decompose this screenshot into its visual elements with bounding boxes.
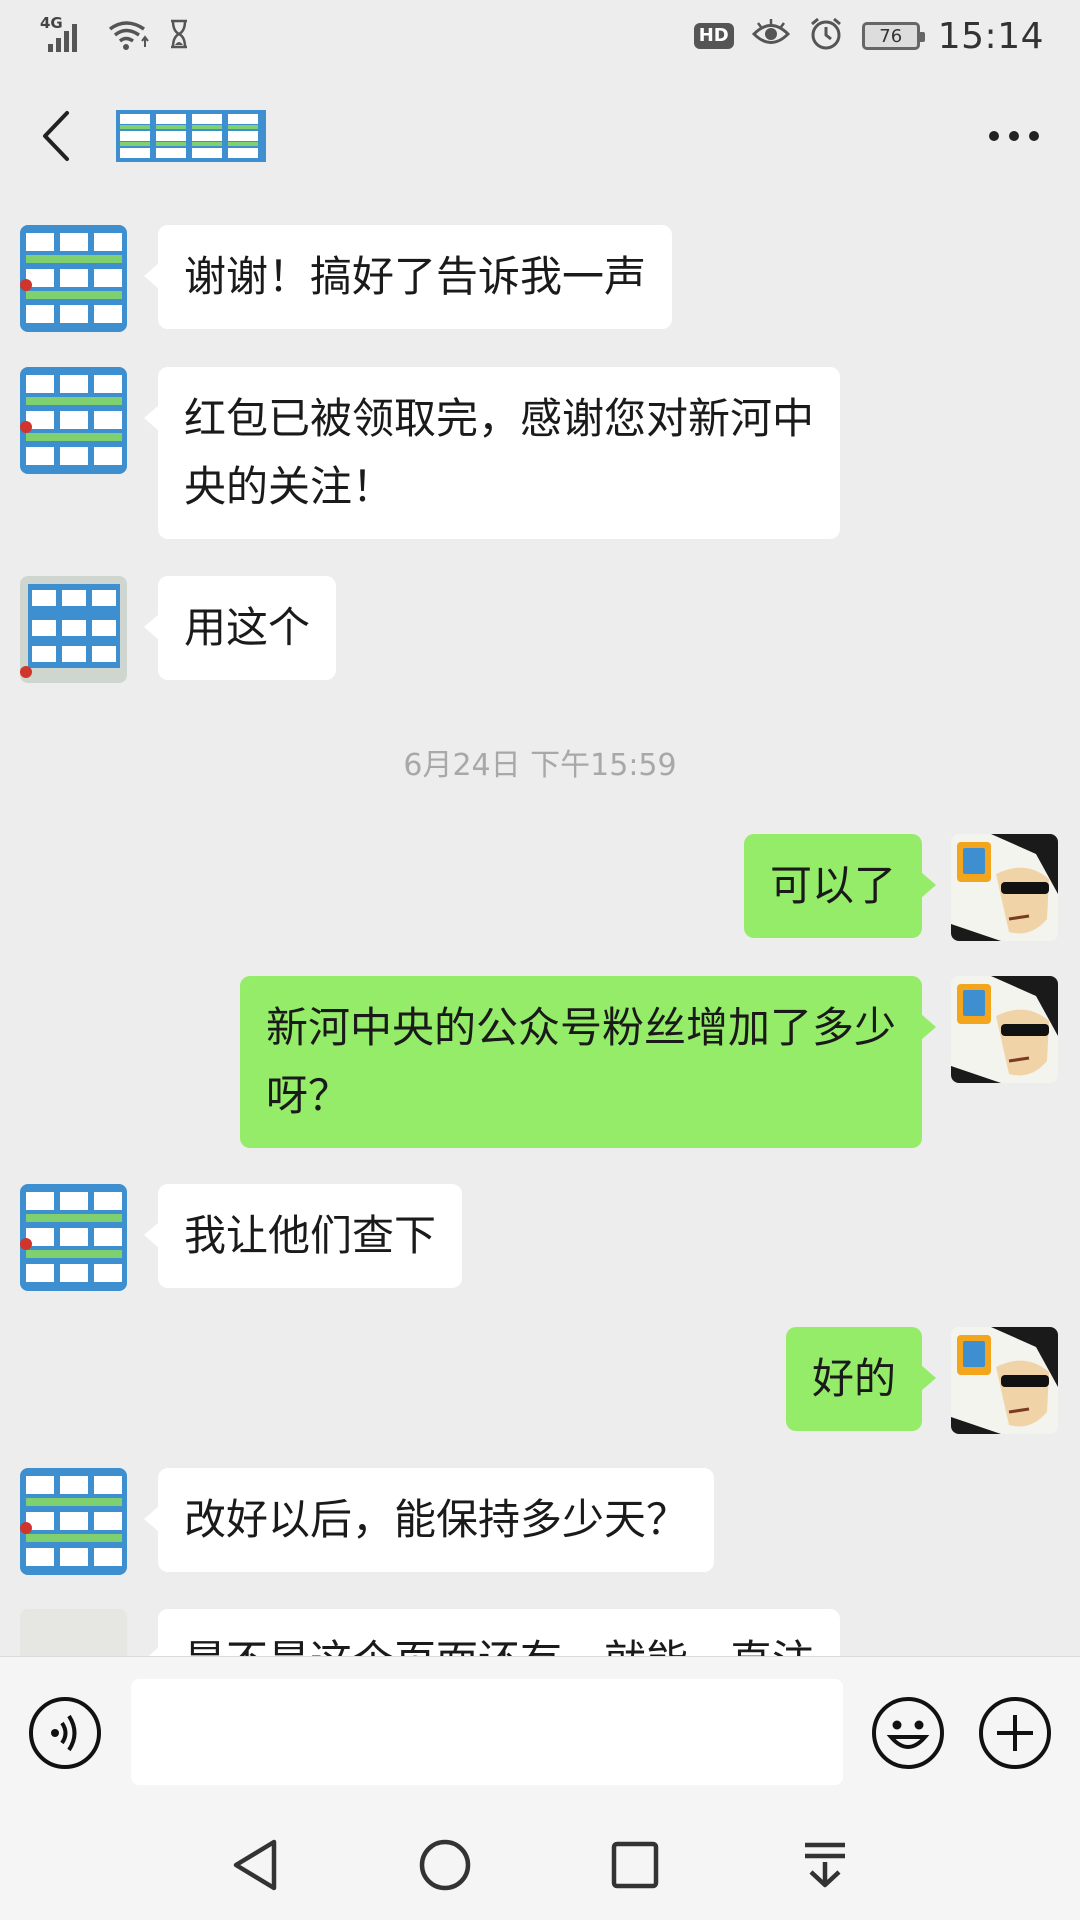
circle-home-icon (419, 1839, 471, 1891)
incoming-message[interactable]: 谢谢！搞好了告诉我一声 (143, 225, 673, 329)
back-button[interactable] (26, 96, 86, 176)
contact-avatar[interactable] (20, 1468, 127, 1575)
hourglass-icon (168, 19, 190, 53)
emoji-button[interactable] (870, 1695, 946, 1771)
chat-timestamp: 6月24日 下午15:59 (403, 748, 677, 783)
emoji-icon (872, 1697, 944, 1769)
outgoing-message[interactable]: 好的 (785, 1327, 937, 1431)
chat-screen: 4G HD 76 15:14 谢谢！搞好了告诉我一声 红包已被领取完，感谢您对新… (0, 0, 1080, 1920)
pull-down-icon (805, 1842, 845, 1888)
chat-title-image (116, 110, 266, 162)
more-button[interactable] (974, 96, 1054, 176)
status-right: HD 76 15:14 (693, 15, 1044, 57)
incoming-message[interactable]: 我让他们查下 (143, 1184, 463, 1288)
outgoing-message[interactable]: 新河中央的公众号粉丝增加了多少 呀？ (239, 976, 937, 1148)
my-avatar[interactable] (951, 976, 1058, 1083)
status-time: 15:14 (937, 15, 1044, 57)
contact-avatar[interactable] (20, 1184, 127, 1291)
outgoing-message[interactable]: 可以了 (743, 834, 937, 938)
plus-button[interactable] (977, 1695, 1053, 1771)
contact-avatar[interactable] (20, 1609, 127, 1656)
contact-avatar[interactable] (20, 225, 127, 332)
alarm-icon (808, 16, 844, 56)
battery-indicator: 76 (861, 22, 925, 50)
my-avatar[interactable] (951, 1327, 1058, 1434)
voice-icon (29, 1697, 101, 1769)
incoming-message[interactable]: 是不是这个页面还有一就能一直注 (143, 1609, 841, 1656)
nav-recents-button[interactable] (595, 1825, 675, 1905)
nav-back-button[interactable] (215, 1825, 295, 1905)
status-bar: 4G HD 76 15:14 (0, 0, 1080, 72)
nav-home-button[interactable] (405, 1825, 485, 1905)
plus-icon (979, 1697, 1051, 1769)
incoming-message[interactable]: 改好以后，能保持多少天？ (143, 1468, 715, 1572)
input-bar (0, 1656, 1080, 1810)
status-left: 4G (40, 14, 190, 55)
eye-icon (751, 19, 790, 53)
contact-avatar[interactable] (20, 367, 127, 474)
voice-button[interactable] (27, 1695, 103, 1771)
incoming-message[interactable]: 红包已被领取完，感谢您对新河中 央的关注！ (143, 367, 841, 539)
chat-header (0, 72, 1080, 200)
my-avatar[interactable] (951, 834, 1058, 941)
triangle-back-icon (233, 1839, 277, 1891)
wifi-icon (106, 17, 150, 55)
chevron-left-icon (43, 111, 69, 161)
signal-icon: 4G (40, 14, 88, 54)
square-recents-icon (611, 1841, 659, 1889)
nav-notification-button[interactable] (785, 1825, 865, 1905)
ellipsis-icon (989, 131, 1039, 141)
message-input[interactable] (131, 1679, 843, 1785)
system-navigation-bar (0, 1810, 1080, 1920)
hd-badge: HD (693, 23, 734, 49)
incoming-message[interactable]: 用这个 (143, 576, 337, 680)
header-left (26, 96, 266, 176)
contact-avatar[interactable] (20, 576, 127, 683)
message-list[interactable]: 谢谢！搞好了告诉我一声 红包已被领取完，感谢您对新河中 央的关注！ 用这个 6月… (0, 200, 1080, 1656)
